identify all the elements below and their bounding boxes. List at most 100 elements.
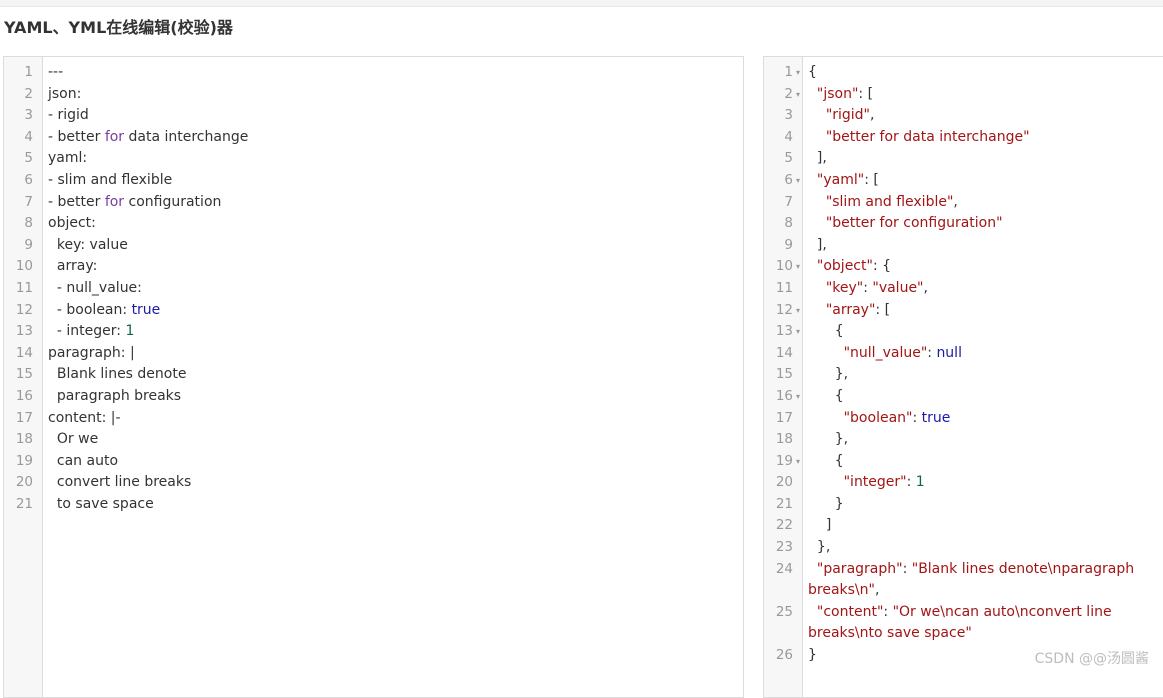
code-line[interactable]: 9 key: value (4, 235, 743, 257)
code-line[interactable]: 7 - better for configuration (4, 192, 743, 214)
json-code-lines[interactable]: 1 ▾{2 ▾ "json": [3 "rigid", 4 "better for d… (764, 62, 1163, 667)
code-line[interactable]: 8 "better for configuration" (764, 213, 1163, 235)
code-text[interactable]: "object": { (808, 256, 1159, 278)
yaml-editor[interactable]: 1 --- 2 json: 3 - rigid 4 - better for data int… (3, 56, 744, 698)
code-line[interactable]: 4 "better for data interchange" (764, 127, 1163, 149)
fold-arrow-icon[interactable]: ▾ (796, 451, 800, 473)
code-text[interactable]: can auto (48, 451, 739, 473)
code-text[interactable]: "integer": 1 (808, 472, 1159, 494)
code-line[interactable]: 6 - slim and flexible (4, 170, 743, 192)
code-line[interactable]: 9 ], (764, 235, 1163, 257)
code-text[interactable]: "boolean": true (808, 408, 1159, 430)
code-text[interactable]: yaml: (48, 148, 739, 170)
code-line[interactable]: 6 ▾ "yaml": [ (764, 170, 1163, 192)
code-line[interactable]: 18 Or we (4, 429, 743, 451)
code-text[interactable]: { (808, 451, 1159, 473)
code-text[interactable]: - boolean: true (48, 300, 739, 322)
code-line[interactable]: 23 }, (764, 537, 1163, 559)
code-text[interactable]: object: (48, 213, 739, 235)
code-line[interactable]: 21 to save space (4, 494, 743, 516)
code-line[interactable]: 24 "paragraph": "Blank lines denote\npar… (764, 559, 1163, 602)
fold-arrow-icon[interactable]: ▾ (796, 321, 800, 343)
code-line[interactable]: 16 paragraph breaks (4, 386, 743, 408)
code-text[interactable]: "rigid", (808, 105, 1159, 127)
code-text[interactable]: - slim and flexible (48, 170, 739, 192)
code-line[interactable]: 13 - integer: 1 (4, 321, 743, 343)
code-text[interactable]: "better for data interchange" (808, 127, 1159, 149)
fold-arrow-icon[interactable]: ▾ (796, 386, 800, 408)
code-line[interactable]: 25 "content": "Or we\ncan auto\nconvert … (764, 602, 1163, 645)
code-line[interactable]: 21 } (764, 494, 1163, 516)
json-output-editor[interactable]: 1 ▾{2 ▾ "json": [3 "rigid", 4 "better for d… (763, 56, 1163, 698)
code-line[interactable]: 16 ▾ { (764, 386, 1163, 408)
code-text[interactable]: "key": "value", (808, 278, 1159, 300)
code-text[interactable]: key: value (48, 235, 739, 257)
code-text[interactable]: { (808, 386, 1159, 408)
code-line[interactable]: 14 paragraph: | (4, 343, 743, 365)
code-text[interactable]: convert line breaks (48, 472, 739, 494)
code-text[interactable]: --- (48, 62, 739, 84)
code-text[interactable]: "array": [ (808, 300, 1159, 322)
code-text[interactable]: } (808, 494, 1159, 516)
code-text[interactable]: ] (808, 515, 1159, 537)
code-line[interactable]: 13 ▾ { (764, 321, 1163, 343)
fold-arrow-icon[interactable]: ▾ (796, 256, 800, 278)
fold-arrow-icon[interactable]: ▾ (796, 84, 800, 106)
fold-arrow-icon[interactable]: ▾ (796, 62, 800, 84)
code-text[interactable]: "content": "Or we\ncan auto\nconvert lin… (808, 602, 1159, 645)
code-text[interactable]: { (808, 62, 1159, 84)
code-line[interactable]: 15 }, (764, 364, 1163, 386)
code-text[interactable]: "yaml": [ (808, 170, 1159, 192)
code-text[interactable]: ], (808, 235, 1159, 257)
code-line[interactable]: 5 yaml: (4, 148, 743, 170)
code-line[interactable]: 3 "rigid", (764, 105, 1163, 127)
code-text[interactable]: - better for configuration (48, 192, 739, 214)
code-text[interactable]: paragraph: | (48, 343, 739, 365)
fold-arrow-icon[interactable]: ▾ (796, 170, 800, 192)
code-line[interactable]: 3 - rigid (4, 105, 743, 127)
code-text[interactable]: }, (808, 429, 1159, 451)
code-text[interactable]: "json": [ (808, 84, 1159, 106)
code-text[interactable]: "paragraph": "Blank lines denote\nparagr… (808, 559, 1159, 602)
code-line[interactable]: 4 - better for data interchange (4, 127, 743, 149)
code-line[interactable]: 15 Blank lines denote (4, 364, 743, 386)
code-line[interactable]: 19 ▾ { (764, 451, 1163, 473)
code-text[interactable]: { (808, 321, 1159, 343)
code-line[interactable]: 17 "boolean": true (764, 408, 1163, 430)
code-line[interactable]: 20 convert line breaks (4, 472, 743, 494)
code-line[interactable]: 11 "key": "value", (764, 278, 1163, 300)
code-text[interactable]: - rigid (48, 105, 739, 127)
code-line[interactable]: 8 object: (4, 213, 743, 235)
code-line[interactable]: 1 ▾ { (764, 62, 1163, 84)
code-line[interactable]: 2 ▾ "json": [ (764, 84, 1163, 106)
code-line[interactable]: 12 ▾ "array": [ (764, 300, 1163, 322)
code-text[interactable]: - better for data interchange (48, 127, 739, 149)
code-line[interactable]: 5 ], (764, 148, 1163, 170)
fold-arrow-icon[interactable]: ▾ (796, 300, 800, 322)
code-line[interactable]: 18 }, (764, 429, 1163, 451)
code-text[interactable]: json: (48, 84, 739, 106)
code-text[interactable]: Blank lines denote (48, 364, 739, 386)
code-line[interactable]: 17 content: |- (4, 408, 743, 430)
code-text[interactable]: "slim and flexible", (808, 192, 1159, 214)
code-text[interactable]: - integer: 1 (48, 321, 739, 343)
yaml-code-lines[interactable]: 1 --- 2 json: 3 - rigid 4 - better for data int… (4, 62, 743, 515)
code-line[interactable]: 20 "integer": 1 (764, 472, 1163, 494)
code-text[interactable]: "better for configuration" (808, 213, 1159, 235)
code-line[interactable]: 10 ▾ "object": { (764, 256, 1163, 278)
code-line[interactable]: 12 - boolean: true (4, 300, 743, 322)
code-text[interactable]: Or we (48, 429, 739, 451)
code-line[interactable]: 2 json: (4, 84, 743, 106)
code-line[interactable]: 7 "slim and flexible", (764, 192, 1163, 214)
code-line[interactable]: 11 - null_value: (4, 278, 743, 300)
code-text[interactable]: array: (48, 256, 739, 278)
code-line[interactable]: 14 "null_value": null (764, 343, 1163, 365)
code-text[interactable]: paragraph breaks (48, 386, 739, 408)
code-line[interactable]: 19 can auto (4, 451, 743, 473)
code-line[interactable]: 22 ] (764, 515, 1163, 537)
code-line[interactable]: 10 array: (4, 256, 743, 278)
code-text[interactable]: }, (808, 364, 1159, 386)
code-text[interactable]: - null_value: (48, 278, 739, 300)
code-text[interactable]: to save space (48, 494, 739, 516)
code-text[interactable]: "null_value": null (808, 343, 1159, 365)
